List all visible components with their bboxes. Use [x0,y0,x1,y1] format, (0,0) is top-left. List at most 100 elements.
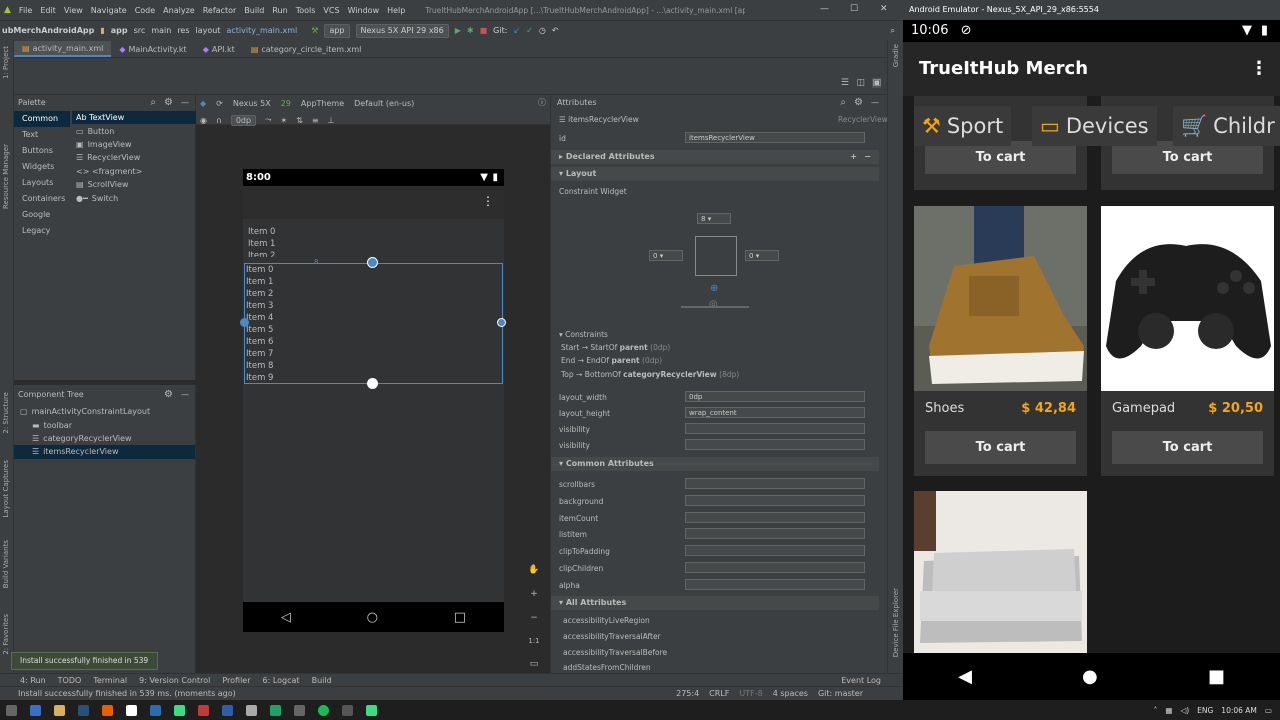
menu-file[interactable]: File [19,6,32,15]
add-constraint-icon[interactable]: ⊕ [710,283,718,294]
category-chip-sport[interactable]: ⚒ Sport [914,106,1012,146]
home-icon[interactable]: ● [1082,666,1098,687]
layout-section[interactable]: ▾ Layout [551,167,879,181]
app-icon[interactable] [342,704,353,716]
resource-manager-tab[interactable]: Resource Manager [2,144,10,209]
gear-icon[interactable]: ⚙ [164,389,173,400]
breadcrumb-res[interactable]: res [177,26,189,35]
app-icon[interactable] [198,704,209,716]
photoshop-icon[interactable] [222,704,233,716]
maximize-icon[interactable]: ☐ [850,4,858,14]
recents-icon[interactable]: ■ [1208,666,1225,687]
terminal-tab[interactable]: Terminal [93,676,127,685]
menu-window[interactable]: Window [348,6,380,15]
build-variants-tab[interactable]: Build Variants [2,540,10,588]
scrollbars-field[interactable] [685,478,865,489]
minimize-panel-icon[interactable]: — [181,98,189,107]
menu-run[interactable]: Run [272,6,287,15]
palette-item[interactable]: ▭ Button [72,124,196,137]
product-card[interactable]: Shoes $ 42,84 To cart [914,206,1087,476]
split-view-icon[interactable]: ◫ [856,78,865,88]
listitem-field[interactable] [685,528,865,539]
event-log-tab[interactable]: Event Log [841,676,881,685]
palette-category[interactable]: Containers [14,191,70,207]
search-everywhere-icon[interactable]: ⌕ [891,26,895,36]
tab-api[interactable]: ◆ API.kt [195,41,243,57]
palette-item[interactable]: <> <fragment> [72,165,196,178]
constraint-row[interactable]: Top → BottomOf categoryRecyclerView (8dp… [561,370,739,379]
indent-setting[interactable]: 4 spaces [773,687,808,701]
right-margin-select[interactable]: 0 ▾ [745,250,779,261]
palette-item[interactable]: Ab TextView [72,111,196,125]
constraint-row[interactable]: End → EndOf parent (0dp) [561,356,662,365]
notification-toast[interactable]: Install successfully finished in 539 ms. [11,652,158,681]
menu-navigate[interactable]: Navigate [91,6,127,15]
theme-dropdown[interactable]: AppTheme [301,99,344,108]
menu-edit[interactable]: Edit [40,6,56,15]
minimize-panel-icon[interactable]: — [871,98,879,107]
file-encoding[interactable]: UTF-8 [739,687,762,701]
layout-captures-tab[interactable]: Layout Captures [2,460,10,518]
history-icon[interactable]: ◷ [539,26,546,35]
all-attributes-section[interactable]: ▾ All Attributes [551,596,879,610]
device-select[interactable]: Nexus 5X API 29 x86 [355,23,449,38]
tab-main-activity[interactable]: ◆ MainActivity.kt [111,41,194,57]
gear-icon[interactable]: ⚙ [164,97,173,108]
debug-icon[interactable]: ✱ [467,26,474,35]
palette-category[interactable]: Text [14,127,70,143]
explorer-icon[interactable] [54,704,65,716]
tab-activity-main[interactable]: ▤ activity_main.xml [14,41,112,57]
locale-dropdown[interactable]: Default (en-us) [354,99,414,108]
palette-category[interactable]: Common [14,111,70,127]
menu-help[interactable]: Help [387,6,405,15]
git-branch[interactable]: Git: master [818,687,863,701]
menu-build[interactable]: Build [244,6,264,15]
app-icon[interactable] [246,704,257,716]
breadcrumb-src[interactable]: src [134,26,146,35]
hammer-icon[interactable]: ⚒ [311,26,318,35]
search-icon[interactable]: ⌕ [150,97,156,108]
device-file-explorer-tab[interactable]: Device File Explorer [892,588,900,657]
caret-position[interactable]: 275:4 [676,687,699,701]
to-cart-button[interactable]: To cart [925,431,1076,464]
bottom-anchor-handle[interactable] [367,378,378,389]
start-anchor-handle[interactable] [240,318,249,327]
minimize-icon[interactable]: — [820,4,829,14]
todo-tab[interactable]: TODO [58,676,82,685]
tools-visibility-field[interactable] [685,439,865,450]
end-anchor-handle[interactable] [497,318,506,327]
palette-item[interactable]: ▣ ImageView [72,138,196,151]
git-commit-icon[interactable]: ✓ [526,26,533,35]
search-icon[interactable]: ⌕ [840,97,846,108]
declared-attributes-section[interactable]: ▸ Declared Attributes + − [551,150,879,164]
constraints-header[interactable]: ▾ Constraints [559,330,608,339]
left-margin-select[interactable]: 0 ▾ [649,250,683,261]
spotify-icon[interactable] [318,704,329,716]
back-icon[interactable]: ◀ [958,666,972,687]
clip-children-field[interactable] [685,562,865,573]
visibility-field[interactable] [685,423,865,434]
product-card[interactable]: Gamepad $ 20,50 To cart [1101,206,1274,476]
remove-attribute-icon[interactable]: − [864,150,871,164]
palette-item[interactable]: ☰ RecyclerView [72,151,196,164]
menu-analyze[interactable]: Analyze [163,6,195,15]
palette-category[interactable]: Widgets [14,159,70,175]
breadcrumb-layout[interactable]: layout [196,26,221,35]
palette-item[interactable]: ●━ Switch [72,191,196,204]
breadcrumb-app[interactable]: app [111,26,128,35]
tree-item[interactable]: ☰ itemsRecyclerView [14,445,195,459]
git-update-icon[interactable]: ↙ [513,26,520,35]
palette-item[interactable]: ▤ ScrollView [72,178,196,191]
guidelines-icon[interactable]: ⊥ [328,116,335,125]
project-tool-tab[interactable]: 1: Project [2,46,10,79]
app-icon[interactable] [270,704,281,716]
profiler-tab[interactable]: Profiler [222,676,250,685]
code-view-icon[interactable]: ☰ [841,78,849,88]
run-icon[interactable]: ▶ [455,26,461,35]
eye-icon[interactable]: ◉ [200,116,207,125]
item-count-field[interactable] [685,512,865,523]
palette-category[interactable]: Legacy [14,223,70,239]
android-studio-icon[interactable] [174,704,185,716]
favorites-tab[interactable]: 2: Favorites [2,614,10,655]
device-dropdown[interactable]: Nexus 5X [233,99,271,108]
